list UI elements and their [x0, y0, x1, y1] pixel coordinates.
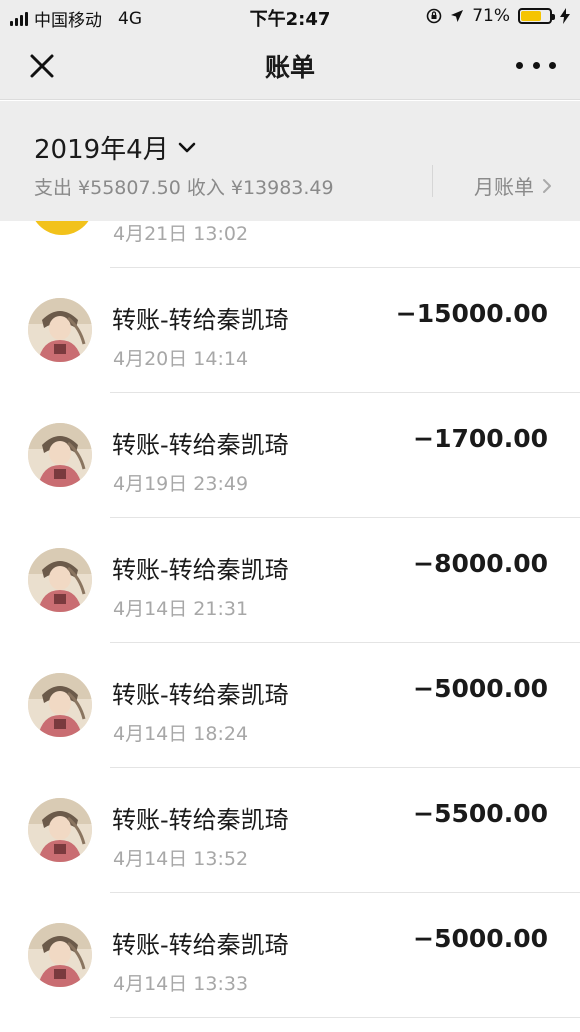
transaction-amount: −1700.00	[413, 424, 548, 453]
list-item[interactable]: 转账-转给秦凯琦 4月14日 18:24 −5000.00	[0, 643, 580, 767]
monthly-bill-link[interactable]: 月账单	[474, 171, 552, 200]
battery-level	[521, 11, 541, 21]
battery-percent: 71%	[472, 6, 510, 26]
avatar	[28, 673, 92, 737]
more-icon[interactable]	[516, 50, 556, 80]
month-header: 2019年4月 支出 ¥55807.50 收入 ¥13983.49 月账单	[0, 101, 580, 221]
transaction-date: 4月20日 14:14	[113, 348, 249, 370]
transaction-amount: −15000.00	[395, 299, 548, 328]
chevron-down-icon	[178, 142, 196, 152]
status-right: 71%	[426, 6, 570, 26]
list-item[interactable]: 转账-转给秦凯琦 4月14日 13:33 −5000.00	[0, 893, 580, 1017]
avatar	[28, 548, 92, 612]
list-item[interactable]: 转账-转给秦凯琦 4月14日 21:31 −8000.00	[0, 518, 580, 642]
transaction-date: 4月14日 13:33	[113, 973, 249, 995]
transaction-date: 4月14日 21:31	[113, 598, 249, 620]
transaction-amount: −5500.00	[413, 799, 548, 828]
list-item[interactable]: 4月21日 13:02	[0, 221, 580, 267]
transaction-title: 转账-转给秦凯琦	[112, 931, 289, 959]
transaction-title: 转账-转给秦凯琦	[112, 806, 289, 834]
charging-icon	[560, 8, 570, 24]
nav-bar: 账单	[0, 32, 580, 100]
status-bar: 中国移动 4G 下午2:47 71%	[0, 0, 580, 32]
transaction-date: 4月14日 13:52	[113, 848, 249, 870]
month-selector[interactable]: 2019年4月	[34, 129, 197, 166]
avatar	[30, 221, 94, 235]
transaction-title: 转账-转给秦凯琦	[112, 556, 289, 584]
transaction-date: 4月19日 23:49	[113, 473, 249, 495]
rotation-lock-icon	[426, 8, 442, 24]
battery-icon	[518, 8, 555, 24]
transaction-title: 转账-转给秦凯琦	[112, 306, 289, 334]
page-title: 账单	[264, 53, 315, 82]
month-summary: 支出 ¥55807.50 收入 ¥13983.49	[34, 177, 334, 199]
divider	[432, 165, 433, 197]
list-item[interactable]: 转账-转给秦凯琦 4月14日 13:52 −5500.00	[0, 768, 580, 892]
avatar	[28, 423, 92, 487]
divider	[110, 1017, 580, 1018]
avatar	[28, 298, 92, 362]
avatar	[28, 798, 92, 862]
transaction-date: 4月14日 18:24	[113, 723, 249, 745]
transaction-date: 4月21日 13:02	[113, 223, 249, 245]
transaction-amount: −5000.00	[413, 674, 548, 703]
transaction-list: 4月21日 13:02 转账-转给秦凯琦 4月20日 14:14 −15000.…	[0, 221, 580, 1032]
avatar	[28, 923, 92, 987]
chevron-right-icon	[543, 178, 551, 193]
transaction-amount: −8000.00	[413, 549, 548, 578]
transaction-amount: −5000.00	[413, 924, 548, 953]
monthly-bill-label: 月账单	[474, 175, 534, 199]
month-label: 2019年4月	[34, 135, 169, 165]
location-icon	[451, 10, 464, 22]
transaction-title: 转账-转给秦凯琦	[112, 681, 289, 709]
list-item[interactable]: 转账-转给秦凯琦 4月19日 23:49 −1700.00	[0, 393, 580, 517]
transaction-title: 转账-转给秦凯琦	[112, 431, 289, 459]
list-item[interactable]: 转账-转给秦凯琦 4月20日 14:14 −15000.00	[0, 268, 580, 392]
